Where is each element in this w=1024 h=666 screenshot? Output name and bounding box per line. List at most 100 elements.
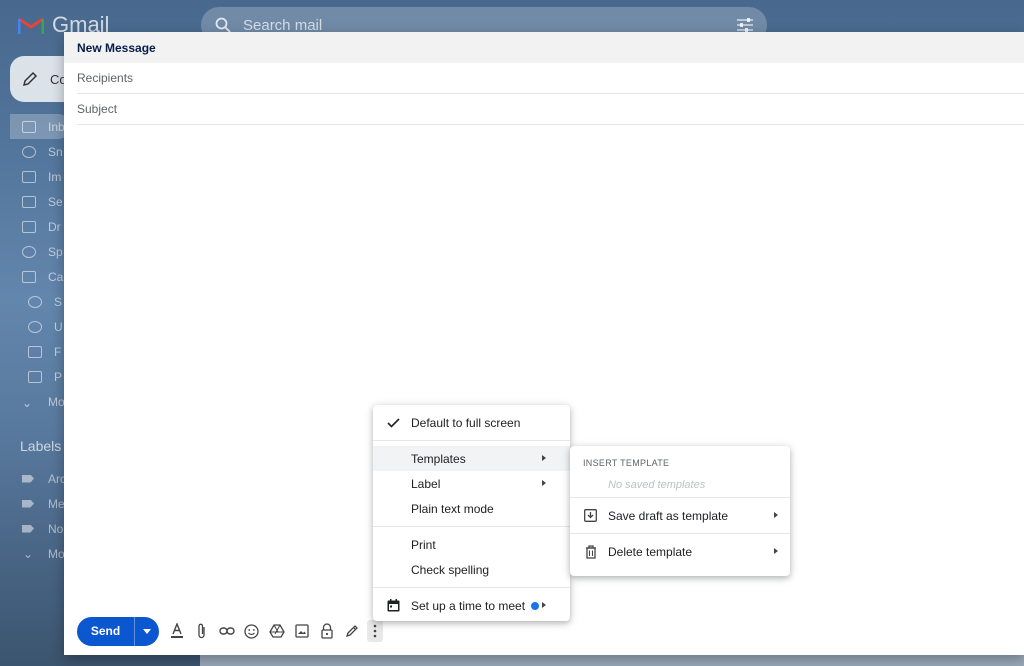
menu-item-label: Print <box>411 537 436 552</box>
formatting-icons <box>167 620 383 642</box>
menu-item-plain-text-mode[interactable]: Plain text mode <box>373 496 570 521</box>
emoji-icon[interactable] <box>242 622 261 641</box>
menu-item-label: Plain text mode <box>411 501 494 516</box>
menu-item-label: Default to full screen <box>411 415 521 430</box>
chevron-down-icon: ⌄ <box>22 395 33 410</box>
pencil-icon <box>22 71 38 87</box>
chevron-right-icon <box>774 548 778 554</box>
menu-item-templates[interactable]: Templates <box>373 446 570 471</box>
clock-icon <box>22 145 36 158</box>
drive-icon[interactable] <box>267 622 286 641</box>
attach-icon[interactable] <box>192 622 211 641</box>
label-item[interactable]: Me <box>22 491 66 516</box>
more-options-icon[interactable] <box>367 620 383 642</box>
sidebar-item-spam[interactable]: Sp <box>10 239 70 264</box>
label-icon <box>22 270 36 283</box>
sidebar-item-label: Im <box>48 169 62 184</box>
text-format-icon[interactable] <box>167 622 186 641</box>
forum-icon <box>28 345 42 358</box>
chevron-right-icon <box>542 602 546 608</box>
menu-item-print[interactable]: Print <box>373 532 570 557</box>
send-button[interactable]: Send <box>77 616 135 646</box>
more-options-menu: Default to full screen Templates Label P… <box>373 405 570 621</box>
sidebar-item-label: Ca <box>48 269 64 284</box>
caret-down-icon <box>143 628 151 634</box>
sidebar-item-label: F <box>54 344 62 359</box>
send-button-group: Send <box>77 616 159 646</box>
draft-icon <box>22 220 36 233</box>
sidebar-item-label: Sp <box>48 244 63 259</box>
trash-icon <box>583 544 598 559</box>
sidebar-item-drafts[interactable]: Dr <box>10 214 70 239</box>
insert-template-heading: INSERT TEMPLATE <box>583 458 670 468</box>
calendar-icon <box>386 598 401 613</box>
search-input[interactable]: Search mail <box>243 17 322 34</box>
search-icon[interactable] <box>215 17 231 33</box>
compose-toolbar: Send <box>77 616 383 646</box>
sidebar-item-updates[interactable]: U <box>10 314 70 339</box>
label-item-text: Mo <box>48 546 65 561</box>
sidebar-item-label: Inb <box>48 119 65 134</box>
sidebar-item-forums[interactable]: F <box>10 339 70 364</box>
sidebar-item-label: Mo <box>48 394 65 409</box>
menu-item-label: Templates <box>411 451 466 466</box>
menu-item-label-submenu[interactable]: Label <box>373 471 570 496</box>
spam-icon <box>22 245 36 258</box>
label-more[interactable]: ⌄ Mo <box>22 541 66 566</box>
sidebar-item-label: Sn <box>48 144 63 159</box>
submenu-item-label: Save draft as template <box>608 508 729 523</box>
sidebar-item-label: U <box>54 319 63 334</box>
new-feature-dot <box>531 602 539 610</box>
tag-icon <box>28 370 42 383</box>
menu-divider <box>373 526 570 527</box>
sidebar-item-label: Se <box>48 194 63 209</box>
confidential-lock-icon[interactable] <box>317 622 336 641</box>
gmail-m-icon <box>18 17 44 34</box>
save-draft-as-template[interactable]: Save draft as template <box>570 498 790 533</box>
sidebar-item-important[interactable]: Im <box>10 164 70 189</box>
compose-title: New Message <box>64 32 1024 63</box>
recipients-field[interactable]: Recipients <box>77 63 1024 94</box>
label-tag-icon <box>22 499 34 508</box>
chevron-right-icon <box>542 480 546 486</box>
sidebar-item-snoozed[interactable]: Sn <box>10 139 70 164</box>
important-icon <box>22 170 36 183</box>
sidebar-item-categories[interactable]: Ca <box>10 264 70 289</box>
sidebar-item-sent[interactable]: Se <box>10 189 70 214</box>
background-list-strip <box>200 655 1024 666</box>
photo-icon[interactable] <box>292 622 311 641</box>
sidebar-item-promotions[interactable]: P <box>10 364 70 389</box>
label-item-text: No <box>48 521 64 536</box>
link-icon[interactable] <box>217 622 236 641</box>
menu-item-label: Check spelling <box>411 562 490 577</box>
menu-item-label: Label <box>411 476 441 491</box>
check-icon <box>386 415 401 430</box>
menu-item-default-full-screen[interactable]: Default to full screen <box>373 410 570 435</box>
inbox-icon <box>22 120 36 133</box>
subject-field[interactable]: Subject <box>77 94 1024 125</box>
menu-divider <box>373 440 570 441</box>
signature-pen-icon[interactable] <box>342 622 361 641</box>
chevron-down-icon: ⌄ <box>22 546 34 561</box>
sidebar-item-label: P <box>54 369 63 384</box>
submenu-item-label: Delete template <box>608 544 693 559</box>
labels-list: Arc Me No ⌄ Mo <box>22 466 66 566</box>
save-template-icon <box>583 508 598 523</box>
menu-item-label: Set up a time to meet <box>411 598 526 613</box>
label-item[interactable]: Arc <box>22 466 66 491</box>
sidebar-item-inbox[interactable]: Inb <box>10 114 70 139</box>
labels-heading: Labels <box>20 438 62 454</box>
sidebar-item-social[interactable]: S <box>10 289 70 314</box>
menu-item-check-spelling[interactable]: Check spelling <box>373 557 570 582</box>
sidebar-item-label: Dr <box>48 219 61 234</box>
label-tag-icon <box>22 524 34 533</box>
info-icon <box>28 320 42 333</box>
send-options-button[interactable] <box>135 617 159 646</box>
label-item[interactable]: No <box>22 516 66 541</box>
sidebar-item-more[interactable]: ⌄ Mo <box>10 389 70 414</box>
delete-template[interactable]: Delete template <box>570 534 790 569</box>
search-options-icon[interactable] <box>737 18 753 32</box>
sidebar: Inb Sn Im Se Dr Sp Ca S U F P ⌄ Mo <box>10 114 70 414</box>
sidebar-item-label: S <box>54 294 63 309</box>
menu-item-set-up-meeting[interactable]: Set up a time to meet <box>373 593 570 618</box>
